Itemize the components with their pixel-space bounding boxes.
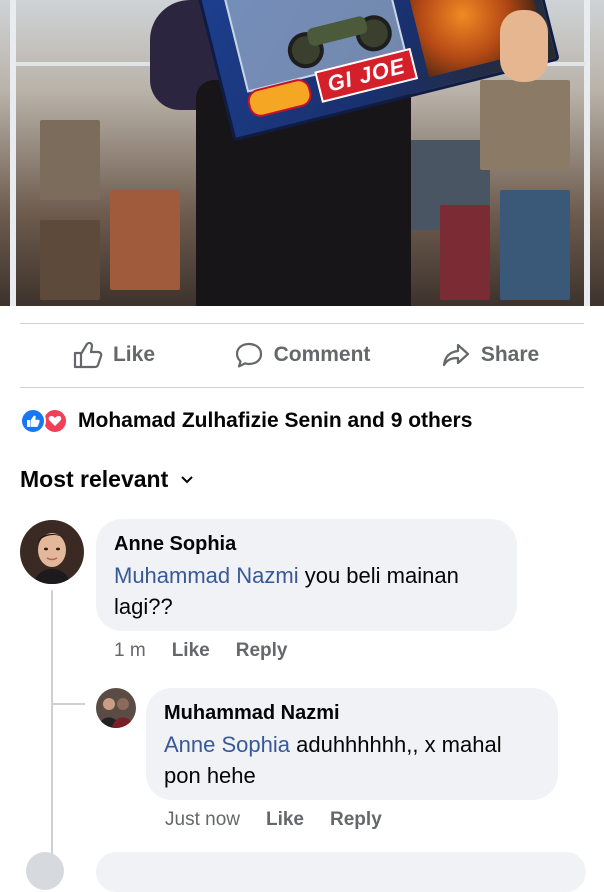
like-button[interactable]: Like xyxy=(20,341,208,369)
reply-author[interactable]: Muhammad Nazmi xyxy=(164,702,540,725)
reply-text-line: pon hehe xyxy=(164,763,256,788)
like-label: Like xyxy=(112,343,156,366)
comment-bubble-icon xyxy=(235,342,262,368)
comment-sort-dropdown[interactable]: Most relevant xyxy=(20,466,194,493)
reaction-summary[interactable]: Mohamad Zulhafizie Senin and 9 others xyxy=(20,404,472,438)
profile-photo-icon xyxy=(96,688,136,728)
reply-bubble: Muhammad Nazmi Anne Sophia aduhhhhhh,, x… xyxy=(146,688,558,800)
share-button[interactable]: Share xyxy=(396,341,584,369)
comment-text-line: lagi?? xyxy=(114,594,173,619)
comment-label: Comment xyxy=(273,343,371,366)
divider xyxy=(20,387,584,388)
post-photo[interactable]: GI JOE xyxy=(0,0,604,306)
thumbs-up-icon xyxy=(73,341,103,369)
thread-connector xyxy=(51,590,53,705)
reply-timestamp[interactable]: Just now xyxy=(165,809,240,831)
avatar-anne-sophia[interactable] xyxy=(20,520,84,584)
share-arrow-icon xyxy=(442,343,469,367)
profile-photo-icon xyxy=(20,520,84,584)
comment-like-button[interactable]: Like xyxy=(172,640,210,662)
collectible-box xyxy=(440,205,490,300)
collectible-box xyxy=(480,80,570,170)
collectible-box xyxy=(40,120,100,200)
collectible-box xyxy=(500,190,570,300)
collectible-box xyxy=(40,220,100,300)
like-reaction-icon xyxy=(20,408,46,434)
reaction-icons xyxy=(20,406,74,436)
collectible-box xyxy=(110,190,180,290)
comment-meta: 1 m Like Reply xyxy=(114,640,287,662)
reply-like-button[interactable]: Like xyxy=(266,809,304,831)
sort-label: Most relevant xyxy=(20,466,169,492)
thread-connector xyxy=(51,703,85,705)
mention-link[interactable]: Muhammad Nazmi xyxy=(114,563,299,588)
reply-reply-button[interactable]: Reply xyxy=(330,809,382,831)
post-action-bar: Like Comment Share xyxy=(20,324,584,386)
reply-text-line: aduhhhhhh,, x mahal xyxy=(290,732,502,757)
comment-bubble: Anne Sophia Muhammad Nazmi you beli main… xyxy=(96,519,517,631)
composer-avatar xyxy=(26,852,64,890)
reaction-summary-text: Mohamad Zulhafizie Senin and 9 others xyxy=(78,409,473,432)
comment-author[interactable]: Anne Sophia xyxy=(114,533,499,556)
reply-meta: Just now Like Reply xyxy=(165,809,382,831)
mention-link[interactable]: Anne Sophia xyxy=(164,732,290,757)
comment-text: Muhammad Nazmi you beli mainan lagi?? xyxy=(114,560,499,622)
thread-connector xyxy=(51,705,53,855)
comment-reply-button[interactable]: Reply xyxy=(236,640,288,662)
comment-text-line: you beli mainan xyxy=(298,563,459,588)
comment-composer-input[interactable] xyxy=(96,852,586,892)
person-hand xyxy=(500,10,548,82)
comment-timestamp[interactable]: 1 m xyxy=(114,640,146,662)
reply-text: Anne Sophia aduhhhhhh,, x mahal pon hehe xyxy=(164,729,540,791)
share-label: Share xyxy=(480,343,540,366)
avatar-muhammad-nazmi[interactable] xyxy=(96,688,136,728)
chevron-down-icon xyxy=(181,475,193,483)
comment-button[interactable]: Comment xyxy=(208,341,396,369)
